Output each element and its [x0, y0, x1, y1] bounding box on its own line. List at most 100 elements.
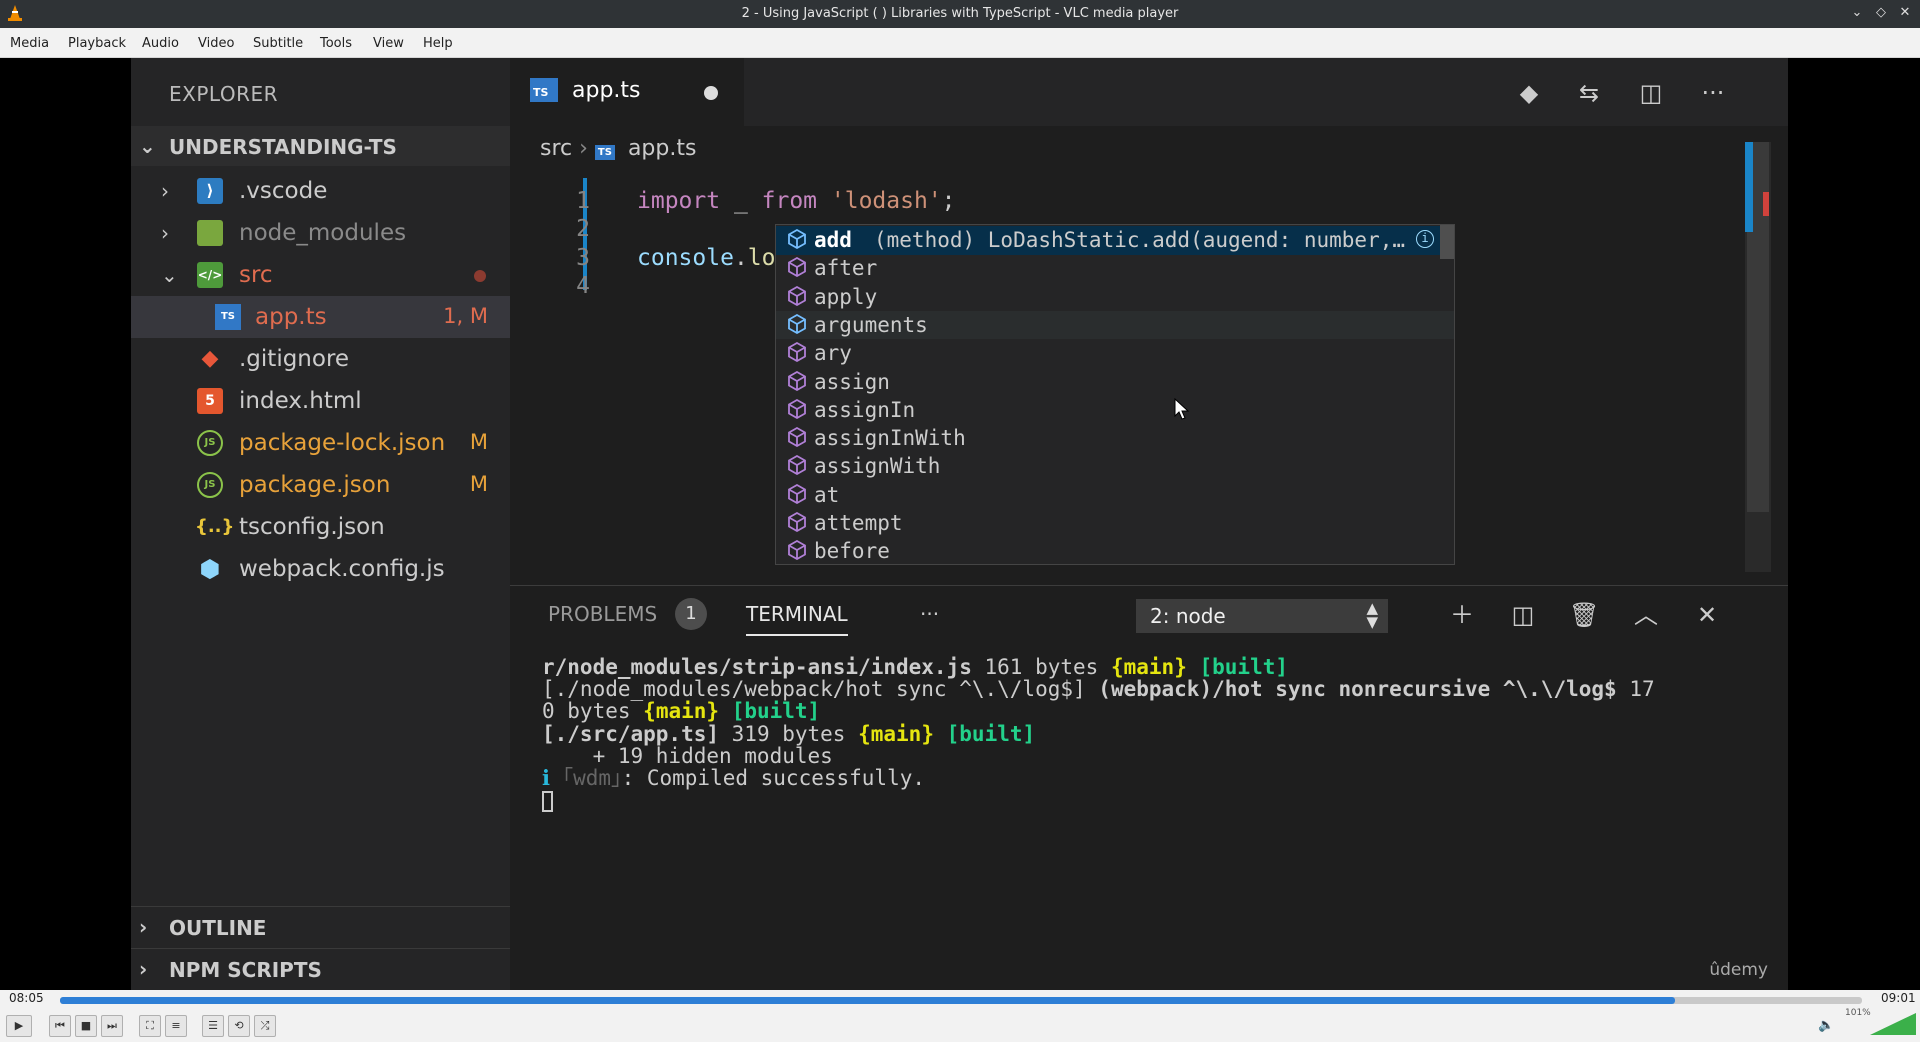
playlist-icon[interactable]: ☰ [202, 1015, 224, 1037]
speaker-icon[interactable]: 🔈 [1818, 1018, 1834, 1033]
line-number: 2 [576, 216, 590, 242]
suggest-item[interactable]: before [776, 537, 1454, 566]
suggest-item[interactable]: assignIn [776, 396, 1454, 425]
terminal-select[interactable]: 2: node ▲ ▼ [1136, 599, 1388, 633]
suggest-item[interactable]: ary [776, 339, 1454, 368]
suggest-item[interactable]: assign [776, 368, 1454, 397]
trash-icon[interactable]: 🗑 [1569, 600, 1599, 630]
menu-view[interactable]: View [373, 36, 404, 51]
npm-scripts-section[interactable]: › NPM SCRIPTS [131, 948, 510, 988]
suggest-item[interactable]: apply [776, 283, 1454, 312]
tree-item-gitignore[interactable]: ◆ .gitignore [131, 338, 510, 380]
new-terminal-icon[interactable]: ＋ [1447, 600, 1477, 630]
tree-item-package-lock[interactable]: JS package-lock.json M [131, 422, 510, 464]
close-panel-icon[interactable]: ✕ [1692, 600, 1722, 630]
tree-item-index-html[interactable]: 5 index.html [131, 380, 510, 422]
git-compare-icon[interactable]: ◆ [1514, 78, 1544, 108]
vscode-window: EXPLORER ⌄ UNDERSTANDING-TS › ⟩ .vscode … [131, 58, 1788, 990]
editor-scrollbar[interactable] [1745, 142, 1771, 572]
more-actions-icon[interactable]: ··· [1698, 78, 1728, 108]
tree-label: webpack.config.js [239, 556, 445, 582]
tab-problems[interactable]: PROBLEMS [548, 602, 657, 626]
suggest-item[interactable]: after [776, 254, 1454, 283]
suggest-item[interactable]: add (method) LoDashStatic.add(augend: num… [776, 226, 1454, 255]
tree-label: package-lock.json [239, 430, 446, 456]
line-number: 1 [576, 188, 590, 214]
tree-item-webpack[interactable]: ⬢ webpack.config.js [131, 548, 510, 590]
modified-dot [474, 270, 486, 282]
menu-media[interactable]: Media [10, 36, 49, 51]
tab-label: app.ts [572, 78, 641, 103]
node-folder-icon [197, 220, 223, 246]
tab-terminal[interactable]: TERMINAL [746, 602, 848, 636]
html-file-icon: 5 [197, 388, 223, 414]
suggest-scrollbar[interactable] [1440, 225, 1454, 259]
menu-tools[interactable]: Tools [320, 36, 352, 51]
maximize-panel-icon[interactable]: ︿ [1631, 600, 1661, 630]
info-icon[interactable]: i [1416, 230, 1434, 248]
more-panels-icon[interactable]: ··· [920, 602, 939, 626]
method-cube-icon [788, 229, 806, 249]
breadcrumb-folder[interactable]: src [540, 136, 572, 161]
volume-slider[interactable] [1870, 1012, 1916, 1036]
tree-item-src[interactable]: ⌄ </> src [131, 254, 510, 296]
line-number: 3 [576, 245, 590, 271]
stop-icon[interactable]: ■ [75, 1015, 97, 1037]
loop-icon[interactable]: ⟲ [228, 1015, 250, 1037]
suggest-item[interactable]: assignWith [776, 452, 1454, 481]
project-section[interactable]: ⌄ UNDERSTANDING-TS [131, 126, 510, 166]
suggest-label: assignInWith [814, 426, 966, 451]
tab-app-ts[interactable]: TS app.ts [510, 58, 744, 126]
tree-item-tsconfig[interactable]: {..} tsconfig.json [131, 506, 510, 548]
tree-item-vscode[interactable]: › ⟩ .vscode [131, 170, 510, 212]
seek-bar[interactable] [60, 997, 1862, 1004]
split-editor-icon[interactable]: ◫ [1636, 78, 1666, 108]
breadcrumb-file[interactable]: app.ts [628, 136, 697, 161]
menu-playback[interactable]: Playback [68, 36, 126, 51]
menu-bar: Media Playback Audio Video Subtitle Tool… [0, 28, 1920, 58]
restore-icon[interactable]: ◇ [1872, 4, 1890, 22]
terminal-output[interactable]: r/node_modules/strip-ansi/index.js 161 b… [542, 656, 1762, 812]
npm-scripts-label: NPM SCRIPTS [169, 958, 322, 982]
split-terminal-icon[interactable]: ◫ [1508, 600, 1538, 630]
close-icon[interactable]: ✕ [1896, 4, 1914, 22]
method-cube-icon [788, 370, 806, 391]
tree-label: app.ts [255, 304, 327, 330]
tab-bar: TS app.ts ◆ ⇆ ◫ ··· [510, 58, 1788, 126]
extended-settings-icon[interactable]: ≡ [165, 1015, 187, 1037]
project-name: UNDERSTANDING-TS [169, 135, 397, 159]
open-changes-icon[interactable]: ⇆ [1574, 78, 1604, 108]
menu-help[interactable]: Help [423, 36, 453, 51]
select-arrows-icon: ▲ ▼ [1366, 599, 1378, 631]
unsaved-dot-icon[interactable] [704, 86, 718, 100]
suggest-item[interactable]: at [776, 481, 1454, 510]
chevron-right-icon: › [161, 179, 169, 203]
fullscreen-icon[interactable]: ⛶ [139, 1015, 161, 1037]
outline-label: OUTLINE [169, 916, 267, 940]
chevron-right-icon: › [161, 221, 169, 245]
method-cube-icon [788, 342, 806, 363]
tree-item-package-json[interactable]: JS package.json M [131, 464, 510, 506]
tree-item-node-modules[interactable]: › node_modules [131, 212, 510, 254]
outline-section[interactable]: › OUTLINE [131, 906, 510, 946]
shuffle-icon[interactable]: ⤮ [254, 1015, 276, 1037]
suggest-item[interactable]: assignInWith [776, 424, 1454, 453]
play-icon[interactable]: ▶ [6, 1015, 32, 1037]
suggest-item[interactable]: arguments [776, 310, 1454, 340]
total-time: 09:01 [1881, 991, 1916, 1005]
suggest-detail: (method) LoDashStatic.add(augend: number… [874, 228, 1414, 252]
video-area[interactable]: EXPLORER ⌄ UNDERSTANDING-TS › ⟩ .vscode … [0, 58, 1920, 990]
menu-audio[interactable]: Audio [142, 36, 179, 51]
udemy-watermark: ûdemy [1709, 960, 1768, 980]
next-icon[interactable]: ⏭ [101, 1015, 123, 1037]
typescript-file-icon: TS [594, 145, 615, 160]
menu-video[interactable]: Video [198, 36, 234, 51]
suggest-label: after [814, 256, 878, 281]
minimize-icon[interactable]: ⌄ [1848, 4, 1866, 22]
previous-icon[interactable]: ⏮ [49, 1015, 71, 1037]
method-cube-icon [788, 257, 806, 278]
chevron-down-icon: ⌄ [161, 263, 178, 287]
menu-subtitle[interactable]: Subtitle [253, 36, 303, 51]
tree-item-app-ts[interactable]: TS app.ts 1, M [131, 296, 510, 338]
suggest-item[interactable]: attempt [776, 509, 1454, 538]
